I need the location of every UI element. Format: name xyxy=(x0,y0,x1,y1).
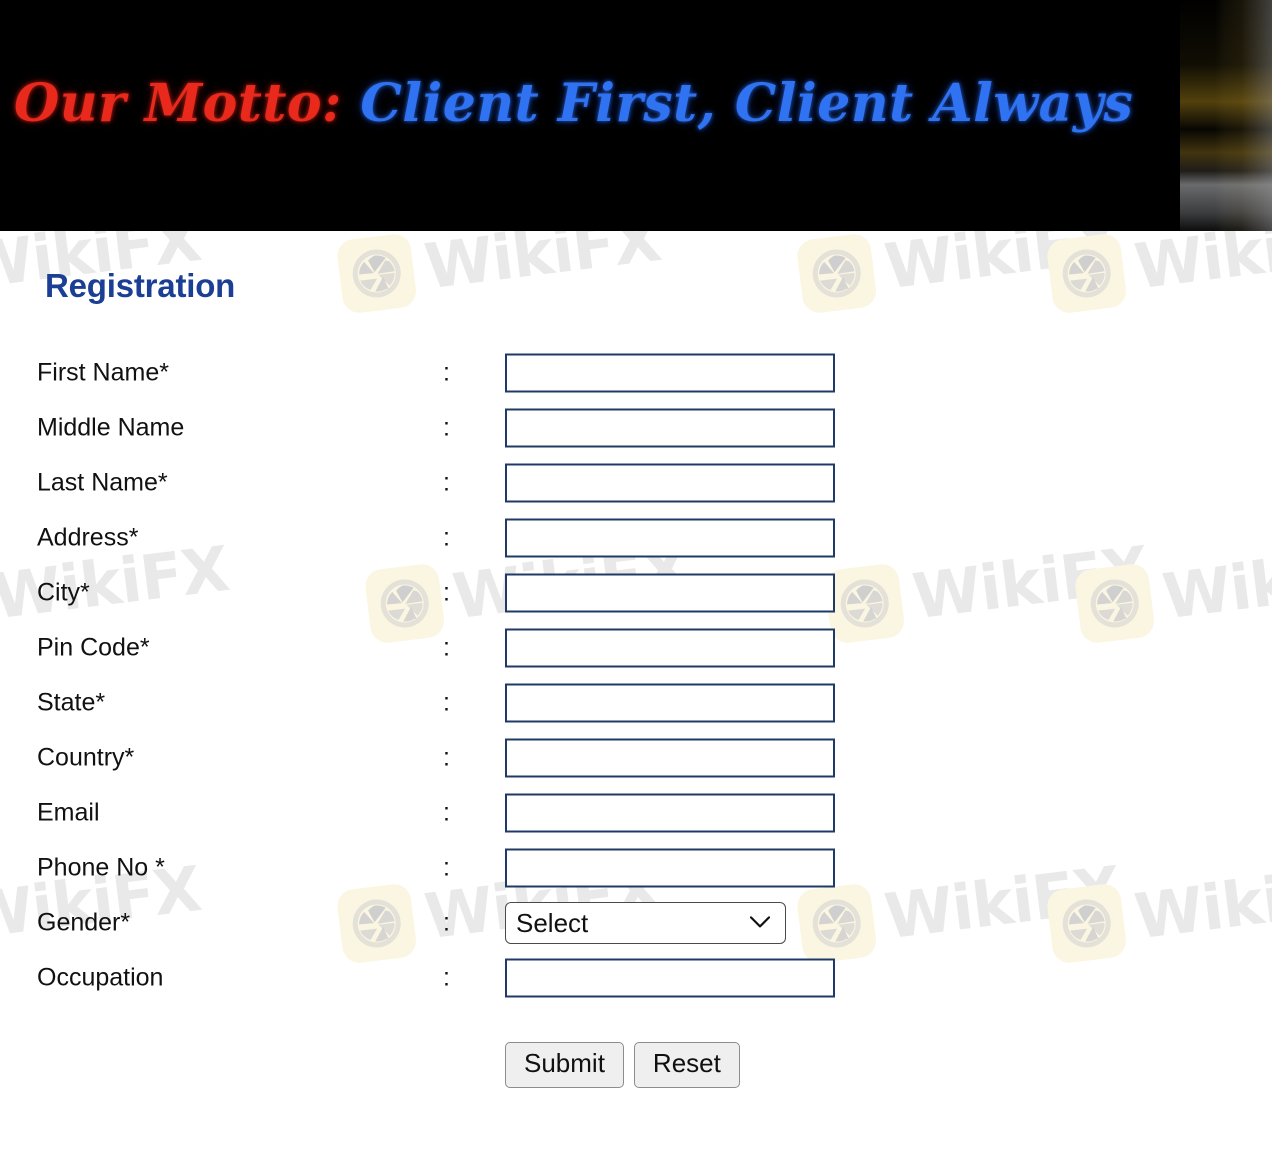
label-colon: : xyxy=(443,633,450,661)
label-colon: : xyxy=(443,413,450,441)
label-first-name: First Name* xyxy=(37,358,169,386)
field-wrapper-city xyxy=(505,573,835,612)
form-actions: Submit Reset xyxy=(505,1042,740,1088)
wikifx-watermark: WikiFX xyxy=(0,1152,232,1162)
field-wrapper-occupation xyxy=(505,958,835,997)
label-colon: : xyxy=(443,468,450,496)
label-colon: : xyxy=(443,798,450,826)
field-wrapper-middle-name xyxy=(505,408,835,447)
input-city[interactable] xyxy=(505,573,835,612)
label-phone-no: Phone No * xyxy=(37,853,165,881)
field-wrapper-state xyxy=(505,683,835,722)
form-row-state: State*: xyxy=(0,675,1272,730)
motto-blue-text: Client First, Client Always xyxy=(341,73,1134,134)
label-colon: : xyxy=(443,523,450,551)
banner-right-fade xyxy=(1222,0,1272,231)
watermark-label: WikiFX xyxy=(420,231,665,304)
label-country: Country* xyxy=(37,743,135,771)
watermark-label: WikiFX xyxy=(909,1152,1152,1162)
form-row-first-name: First Name*: xyxy=(0,345,1272,400)
form-row-gender: Gender*: SelectMaleFemale xyxy=(0,895,1272,950)
form-row-country: Country*: xyxy=(0,730,1272,785)
field-wrapper-pin-code xyxy=(505,628,835,667)
label-gender: Gender* xyxy=(37,908,131,936)
watermark-label: WikiFX xyxy=(0,1152,232,1162)
label-colon: : xyxy=(443,963,450,991)
wikifx-logo-icon xyxy=(335,232,418,315)
input-last-name[interactable] xyxy=(505,463,835,502)
label-middle-name: Middle Name xyxy=(37,413,185,441)
form-row-address: Address*: xyxy=(0,510,1272,565)
submit-button[interactable]: Submit xyxy=(505,1042,624,1088)
form-row-occupation: Occupation: xyxy=(0,950,1272,1005)
label-state: State* xyxy=(37,688,106,716)
wikifx-watermark: WikiFX xyxy=(823,1152,1152,1162)
wikifx-logo-icon xyxy=(795,232,878,315)
input-pin-code[interactable] xyxy=(505,628,835,667)
label-colon: : xyxy=(443,908,450,936)
wikifx-logo-icon xyxy=(1045,232,1128,315)
form-row-city: City*: xyxy=(0,565,1272,620)
form-row-phone-no: Phone No *: xyxy=(0,840,1272,895)
watermark-label: WikiFX xyxy=(1130,231,1272,304)
field-wrapper-phone-no xyxy=(505,848,835,887)
input-occupation[interactable] xyxy=(505,958,835,997)
label-city: City* xyxy=(37,578,90,606)
wikifx-watermark: WikiFX xyxy=(1073,1152,1272,1162)
input-country[interactable] xyxy=(505,738,835,777)
label-address: Address* xyxy=(37,523,139,551)
field-wrapper-country xyxy=(505,738,835,777)
select-gender[interactable]: SelectMaleFemale xyxy=(505,901,786,944)
form-row-pin-code: Pin Code*: xyxy=(0,620,1272,675)
site-banner: Our Motto: Client First, Client Always xyxy=(0,0,1272,231)
label-last-name: Last Name* xyxy=(37,468,168,496)
input-phone-no[interactable] xyxy=(505,848,835,887)
wikifx-watermark: WikiFX xyxy=(1045,231,1272,315)
label-occupation: Occupation xyxy=(37,963,164,991)
watermark-label: WikiFX xyxy=(449,1152,692,1162)
label-colon: : xyxy=(443,743,450,771)
form-row-last-name: Last Name*: xyxy=(0,455,1272,510)
field-wrapper-address xyxy=(505,518,835,557)
input-email[interactable] xyxy=(505,793,835,832)
label-colon: : xyxy=(443,853,450,881)
input-middle-name[interactable] xyxy=(505,408,835,447)
motto-red-text: Our Motto: xyxy=(14,73,342,134)
input-state[interactable] xyxy=(505,683,835,722)
form-row-email: Email: xyxy=(0,785,1272,840)
label-pin-code: Pin Code* xyxy=(37,633,150,661)
page-title: Registration xyxy=(45,267,236,304)
registration-form: First Name*: Middle Name: Last Name*: Addre… xyxy=(0,345,1272,1005)
wikifx-watermark: WikiFX xyxy=(335,231,664,315)
select-wrapper-gender: SelectMaleFemale xyxy=(505,901,786,944)
label-colon: : xyxy=(443,688,450,716)
watermark-label: WikiFX xyxy=(1159,1152,1272,1162)
banner-motto: Our Motto: Client First, Client Always xyxy=(14,78,1133,130)
field-wrapper-first-name xyxy=(505,353,835,392)
input-address[interactable] xyxy=(505,518,835,557)
label-colon: : xyxy=(443,358,450,386)
wikifx-watermark: WikiFX xyxy=(363,1152,692,1162)
label-email: Email xyxy=(37,798,100,826)
reset-button[interactable]: Reset xyxy=(633,1042,740,1088)
field-wrapper-gender: SelectMaleFemale xyxy=(505,901,786,944)
watermark-label: WikiFX xyxy=(880,231,1125,304)
field-wrapper-last-name xyxy=(505,463,835,502)
input-first-name[interactable] xyxy=(505,353,835,392)
wikifx-watermark: WikiFX xyxy=(795,231,1124,315)
form-row-middle-name: Middle Name: xyxy=(0,400,1272,455)
label-colon: : xyxy=(443,578,450,606)
field-wrapper-email xyxy=(505,793,835,832)
